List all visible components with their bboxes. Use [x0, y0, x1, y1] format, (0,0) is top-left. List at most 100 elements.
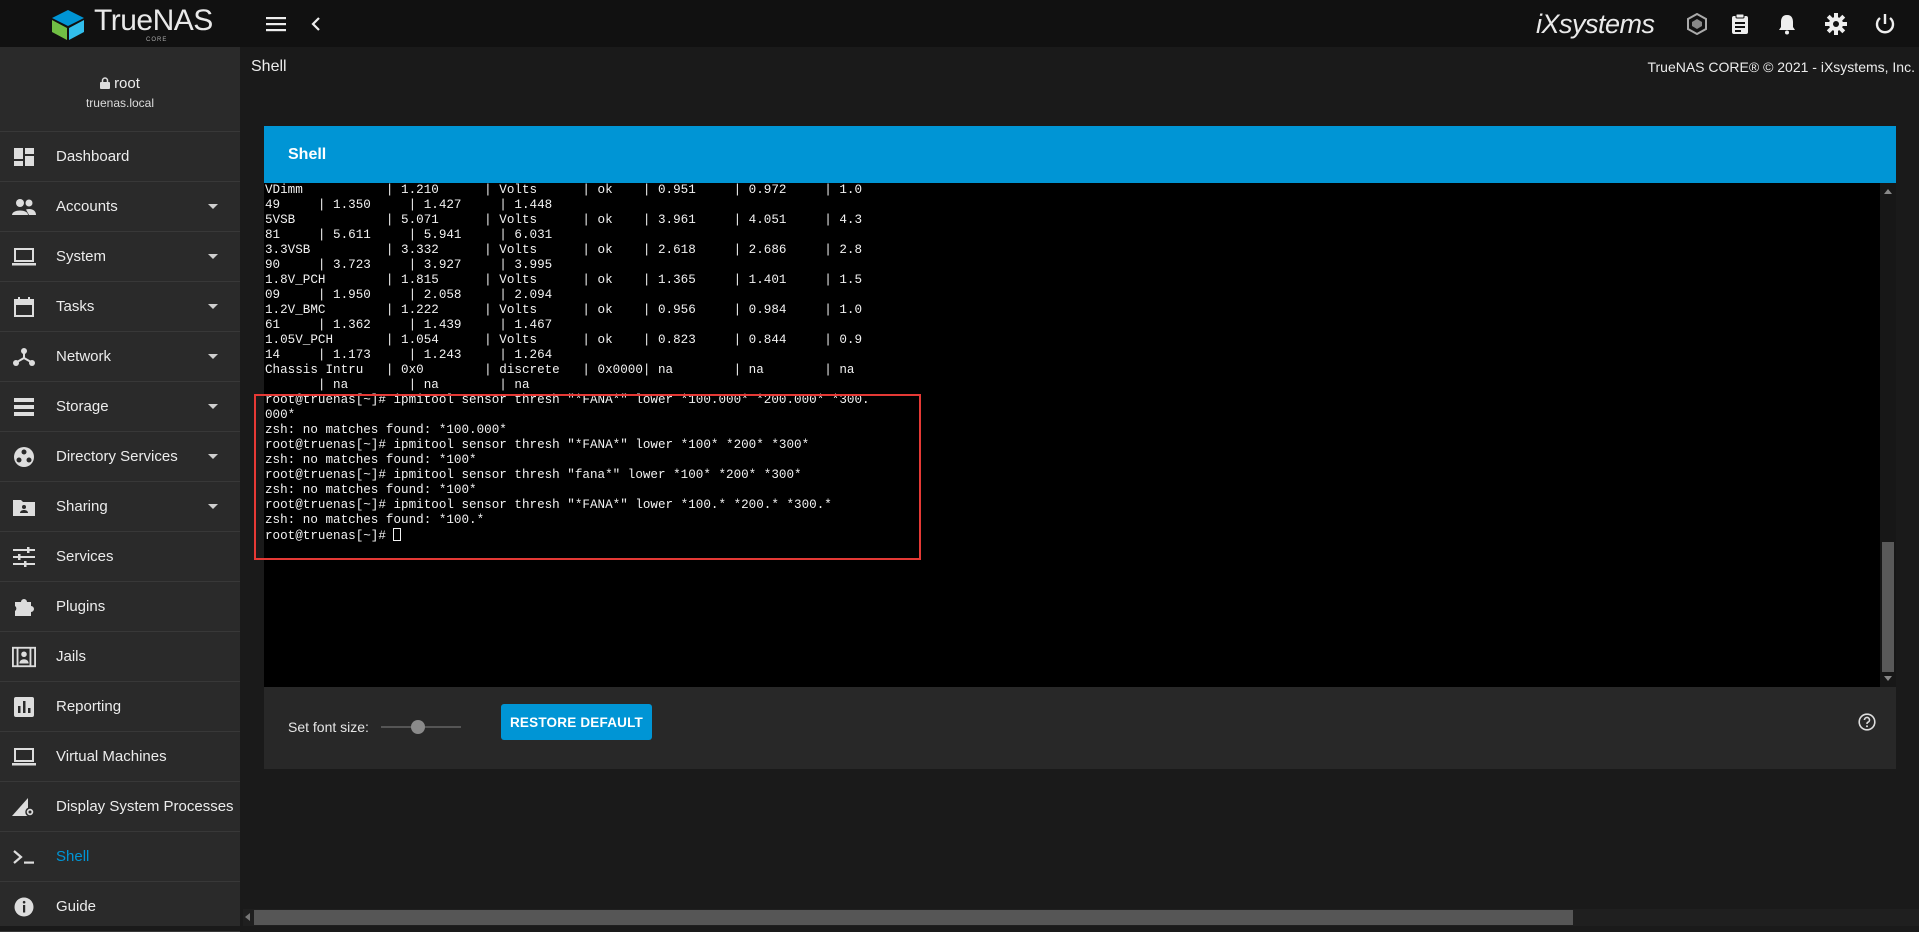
- ixsystems-logo: iXsystems: [1536, 9, 1655, 40]
- truecommand-icon[interactable]: [1684, 11, 1710, 37]
- clipboard-icon[interactable]: [1727, 11, 1753, 37]
- power-icon[interactable]: [1872, 11, 1898, 37]
- sidebar-item-shell[interactable]: Shell: [0, 832, 240, 882]
- sidebar-item-label: Storage: [56, 398, 109, 415]
- terminal-line: Chassis Intru | 0x0 | discrete | 0x0000|…: [265, 363, 855, 377]
- terminal-line: 61 | 1.362 | 1.439 | 1.467: [265, 318, 553, 332]
- shell-card-title: Shell: [288, 146, 327, 163]
- sidebar-item-label: Shell: [56, 848, 90, 865]
- sidebar-item-jails[interactable]: Jails: [0, 632, 240, 682]
- caret-down-icon: [208, 354, 218, 359]
- sidebar-item-label: Tasks: [56, 298, 95, 315]
- user-info: root truenas.local: [0, 47, 240, 132]
- terminal-line: 90 | 3.723 | 3.927 | 3.995: [265, 258, 553, 272]
- sidebar-item-sharing[interactable]: Sharing: [0, 482, 240, 532]
- caret-down-icon: [208, 254, 218, 259]
- sidebar-item-label: Reporting: [56, 698, 122, 715]
- jail-icon: [12, 645, 36, 669]
- caret-down-icon: [208, 454, 218, 459]
- scroll-left-icon[interactable]: [245, 913, 250, 921]
- brand-sub: CORE: [146, 37, 168, 43]
- folder-shared-icon: [12, 495, 36, 519]
- sidebar-item-label: Accounts: [56, 198, 118, 215]
- caret-down-icon: [208, 204, 218, 209]
- font-size-label: Set font size:: [288, 719, 369, 735]
- scroll-up-icon[interactable]: [1884, 189, 1892, 194]
- page-header: Shell TrueNAS CORE® © 2021 - iXsystems, …: [240, 47, 1919, 87]
- user-name: root: [114, 74, 140, 92]
- terminal-line: 3.3VSB | 3.332 | Volts | ok | 2.618 | 2.…: [265, 243, 863, 257]
- horizontal-scrollbar[interactable]: [243, 909, 1919, 926]
- sidebar-item-plugins[interactable]: Plugins: [0, 582, 240, 632]
- terminal-line: 09 | 1.950 | 2.058 | 2.094: [265, 288, 553, 302]
- sidebar-item-label: Guide: [56, 898, 97, 915]
- chart-icon: [12, 695, 36, 719]
- puzzle-icon: [12, 595, 36, 619]
- user-host: truenas.local: [85, 95, 155, 110]
- gear-icon[interactable]: [1823, 11, 1849, 37]
- sidebar-item-label: Directory Services: [56, 448, 178, 465]
- sidebar-item-storage[interactable]: Storage: [0, 382, 240, 432]
- sidebar-item-label: Network: [56, 348, 112, 365]
- lock-icon: [100, 77, 111, 89]
- sidebar-item-directory-services[interactable]: Directory Services: [0, 432, 240, 482]
- storage-icon: [12, 395, 36, 419]
- sidebar-item-label: Sharing: [56, 498, 108, 515]
- truenas-logo[interactable]: TrueNAS CORE: [48, 6, 213, 43]
- sidebar-item-services[interactable]: Services: [0, 532, 240, 582]
- ixsystems-logo-text: iXsystems: [1536, 9, 1655, 39]
- sidebar-item-virtual-machines[interactable]: Virtual Machines: [0, 732, 240, 782]
- shell-controls: Set font size: RESTORE DEFAULT: [264, 687, 1896, 769]
- topbar: TrueNAS CORE iXsystems: [0, 0, 1919, 47]
- sidebar-item-label: Jails: [56, 648, 87, 665]
- terminal-line: 1.8V_PCH | 1.815 | Volts | ok | 1.365 | …: [265, 273, 863, 287]
- sidebar-item-accounts[interactable]: Accounts: [0, 182, 240, 232]
- terminal-line: 49 | 1.350 | 1.427 | 1.448: [265, 198, 553, 212]
- sidebar-item-label: System: [56, 248, 107, 265]
- brand-name: TrueNAS: [94, 4, 213, 37]
- tune-icon: [12, 545, 36, 569]
- terminal-icon: [12, 845, 36, 869]
- font-size-slider[interactable]: [381, 712, 461, 742]
- sidebar-item-label: Display System Processes: [56, 798, 234, 815]
- terminal-scrollbar[interactable]: [1880, 183, 1896, 687]
- terminal-line: 14 | 1.173 | 1.243 | 1.264: [265, 348, 553, 362]
- sidebar-item-label: Plugins: [56, 598, 106, 615]
- terminal-line: 5VSB | 5.071 | Volts | ok | 3.961 | 4.05…: [265, 213, 863, 227]
- truenas-logo-mark: [52, 9, 84, 40]
- bell-icon[interactable]: [1774, 11, 1800, 37]
- sidebar-item-label: Virtual Machines: [56, 748, 167, 765]
- network-icon: [12, 345, 36, 369]
- help-icon[interactable]: [1858, 713, 1876, 736]
- scroll-down-icon[interactable]: [1884, 676, 1892, 681]
- page-title: Shell: [251, 58, 287, 75]
- sidebar-item-tasks[interactable]: Tasks: [0, 282, 240, 332]
- info-icon: [12, 895, 36, 919]
- sidebar-item-reporting[interactable]: Reporting: [0, 682, 240, 732]
- laptop-icon: [12, 245, 36, 269]
- terminal-scrollbar-thumb[interactable]: [1882, 542, 1894, 672]
- restore-default-button[interactable]: RESTORE DEFAULT: [501, 704, 652, 740]
- sidebar-item-dashboard[interactable]: Dashboard: [0, 132, 240, 182]
- terminal-line: 81 | 5.611 | 5.941 | 6.031: [265, 228, 553, 242]
- sidebar: root truenas.local Dashboard Accounts Sy…: [0, 47, 240, 932]
- sidebar-item-network[interactable]: Network: [0, 332, 240, 382]
- sidebar-item-system[interactable]: System: [0, 232, 240, 282]
- laptop-icon: [12, 745, 36, 769]
- copyright-text: TrueNAS CORE® © 2021 - iXsystems, Inc.: [1647, 59, 1915, 75]
- back-icon[interactable]: [303, 11, 329, 37]
- user-name-row: root: [100, 75, 140, 92]
- terminal-line: 1.05V_PCH | 1.054 | Volts | ok | 0.823 |…: [265, 333, 863, 347]
- dashboard-icon: [12, 145, 36, 169]
- calendar-icon: [12, 295, 36, 319]
- sidebar-item-guide[interactable]: Guide: [0, 882, 240, 932]
- sidebar-item-label: Dashboard: [56, 148, 130, 165]
- slider-thumb[interactable]: [411, 720, 425, 734]
- horizontal-scrollbar-thumb[interactable]: [254, 910, 1573, 925]
- people-icon: [12, 195, 36, 219]
- terminal-line: 1.2V_BMC | 1.222 | Volts | ok | 0.956 | …: [265, 303, 863, 317]
- menu-icon[interactable]: [263, 11, 289, 37]
- sidebar-item-display-system-processes[interactable]: Display System Processes: [0, 782, 240, 832]
- terminal-line: | na | na | na: [265, 378, 530, 392]
- annotation-highlight-box: [254, 394, 921, 560]
